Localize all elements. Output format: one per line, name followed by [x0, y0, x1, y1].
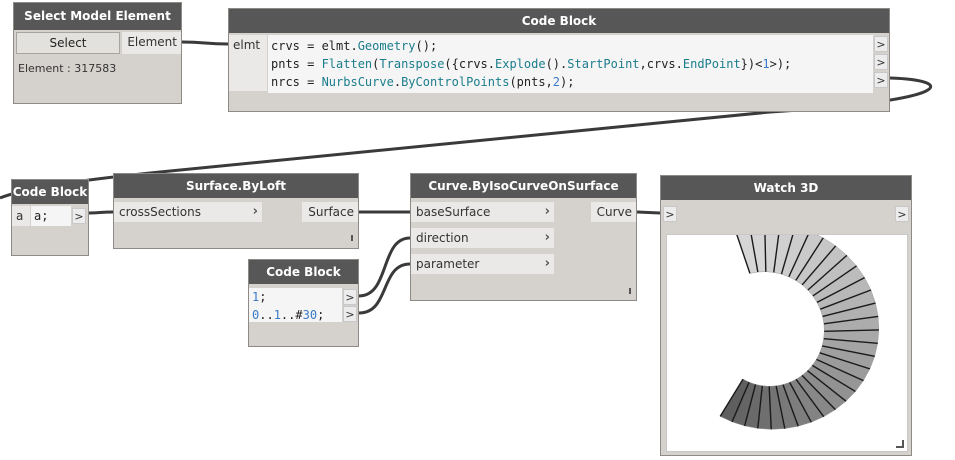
output-port-surface[interactable]: Surface [302, 202, 358, 222]
code-number: 30 [302, 308, 318, 322]
code-keyword: Flatten [321, 57, 373, 71]
output-label: Element [127, 35, 177, 49]
code-editor[interactable]: 1; 0..1..#30; [249, 288, 342, 322]
code-text: pnts = [271, 57, 322, 71]
3d-preview-viewport[interactable] [666, 221, 908, 452]
code-number: 2 [552, 75, 561, 89]
code-line: 1; [249, 288, 342, 306]
code-block-node-params[interactable]: Code Block 1; 0..1..#30; > > [248, 259, 359, 347]
code-keyword: Transpose [379, 57, 445, 71]
code-text: ,crvs. [639, 57, 683, 71]
curve-byisocurveonsurface-node[interactable]: Curve.ByIsoCurveOnSurface baseSurface › … [410, 173, 637, 301]
code-text: ); [560, 75, 575, 89]
code-line: crvs = elmt.Geometry(); [268, 37, 873, 55]
input-label: baseSurface [416, 205, 491, 219]
input-port-parameter[interactable]: parameter › [411, 254, 554, 274]
code-text: })< [740, 57, 763, 71]
code-keyword: EndPoint [682, 57, 741, 71]
code-block-node-a[interactable]: Code Block a a; > [11, 179, 89, 256]
output-port-nrcs[interactable]: > [874, 72, 888, 88]
lofted-surface-preview [719, 221, 880, 430]
input-port-watch[interactable]: > [663, 206, 677, 222]
code-line: a; [34, 209, 49, 223]
chevron-right-icon: › [544, 230, 550, 245]
output-port-curve[interactable]: Curve [591, 202, 636, 222]
code-text: (); [415, 39, 438, 53]
input-port-a[interactable]: a [12, 206, 30, 226]
input-port-basesurface[interactable]: baseSurface › [411, 202, 554, 222]
code-text: crvs = elmt. [271, 39, 358, 53]
input-label: a [16, 209, 24, 223]
node-title: Code Block [229, 9, 889, 33]
input-label: elmt [233, 38, 261, 52]
code-editor[interactable]: crvs = elmt.Geometry(); pnts = Flatten(Tr… [268, 35, 873, 93]
wire-element-to-elmt [181, 40, 229, 46]
code-text: .. [259, 308, 274, 322]
node-title: Code Block [12, 180, 88, 204]
watch-3d-node[interactable]: Watch 3D > > [660, 175, 912, 456]
node-title: Surface.ByLoft [114, 174, 358, 198]
input-label: direction [416, 231, 469, 245]
code-keyword: Geometry [357, 39, 416, 53]
chevron-right-icon: › [544, 256, 550, 271]
input-label: parameter [416, 257, 480, 271]
code-keyword: ByControlPoints [401, 75, 510, 89]
code-line: nrcs = NurbsCurve.ByControlPoints(pnts,2… [268, 73, 873, 91]
code-keyword: StartPoint [567, 57, 640, 71]
code-number: 1 [762, 57, 770, 71]
output-port-element[interactable]: Element [122, 32, 181, 54]
code-text: nrcs = [271, 75, 322, 89]
lacing-icon [351, 235, 353, 241]
chevron-right-icon: › [544, 204, 550, 219]
node-title: Select Model Element [14, 3, 181, 30]
surface-byloft-node[interactable]: Surface.ByLoft crossSections › Surface [113, 173, 359, 249]
code-text: >); [769, 57, 792, 71]
input-port-direction[interactable]: direction › [411, 228, 554, 248]
node-title: Code Block [249, 260, 358, 284]
code-text: (). [545, 57, 568, 71]
output-port-a[interactable]: > [72, 208, 86, 224]
code-keyword: NurbsCurve [321, 75, 394, 89]
input-port-crosssections[interactable]: crossSections › [114, 202, 262, 222]
code-text: . [393, 75, 402, 89]
output-label: Surface [308, 205, 354, 219]
code-line: pnts = Flatten(Transpose({crvs.Explode()… [268, 55, 873, 73]
output-port-line2[interactable]: > [343, 306, 357, 322]
code-text: ({crvs. [444, 57, 495, 71]
wire-code-a-to-loft [88, 210, 114, 215]
wire-curve-to-watch [636, 210, 661, 215]
output-port-watch[interactable]: > [895, 206, 909, 222]
output-label: Curve [596, 205, 632, 219]
chevron-right-icon: › [252, 204, 258, 219]
code-text: ; [317, 308, 325, 322]
node-title: Watch 3D [661, 176, 911, 200]
select-model-element-node[interactable]: Select Model Element Select Element Elem… [13, 2, 182, 104]
select-button[interactable]: Select [16, 32, 120, 54]
lacing-icon [629, 288, 631, 294]
code-text: (pnts, [509, 75, 553, 89]
code-text: ..# [280, 308, 303, 322]
code-number: 1 [273, 308, 281, 322]
code-block-node-main[interactable]: Code Block elmt crvs = elmt.Geometry(); p… [228, 8, 890, 112]
output-port-crvs[interactable]: > [874, 36, 888, 52]
resize-grip-icon[interactable] [896, 440, 904, 448]
output-port-pnts[interactable]: > [874, 54, 888, 70]
code-keyword: Explode [495, 57, 546, 71]
output-port-line1[interactable]: > [343, 289, 357, 305]
input-label: crossSections [119, 205, 201, 219]
code-text: ; [259, 290, 267, 304]
element-info: Element : 317583 [18, 62, 117, 75]
node-title: Curve.ByIsoCurveOnSurface [411, 174, 636, 198]
input-port-elmt[interactable]: elmt [229, 35, 267, 91]
code-editor[interactable]: a; [31, 206, 71, 226]
code-line: 0..1..#30; [249, 306, 342, 324]
